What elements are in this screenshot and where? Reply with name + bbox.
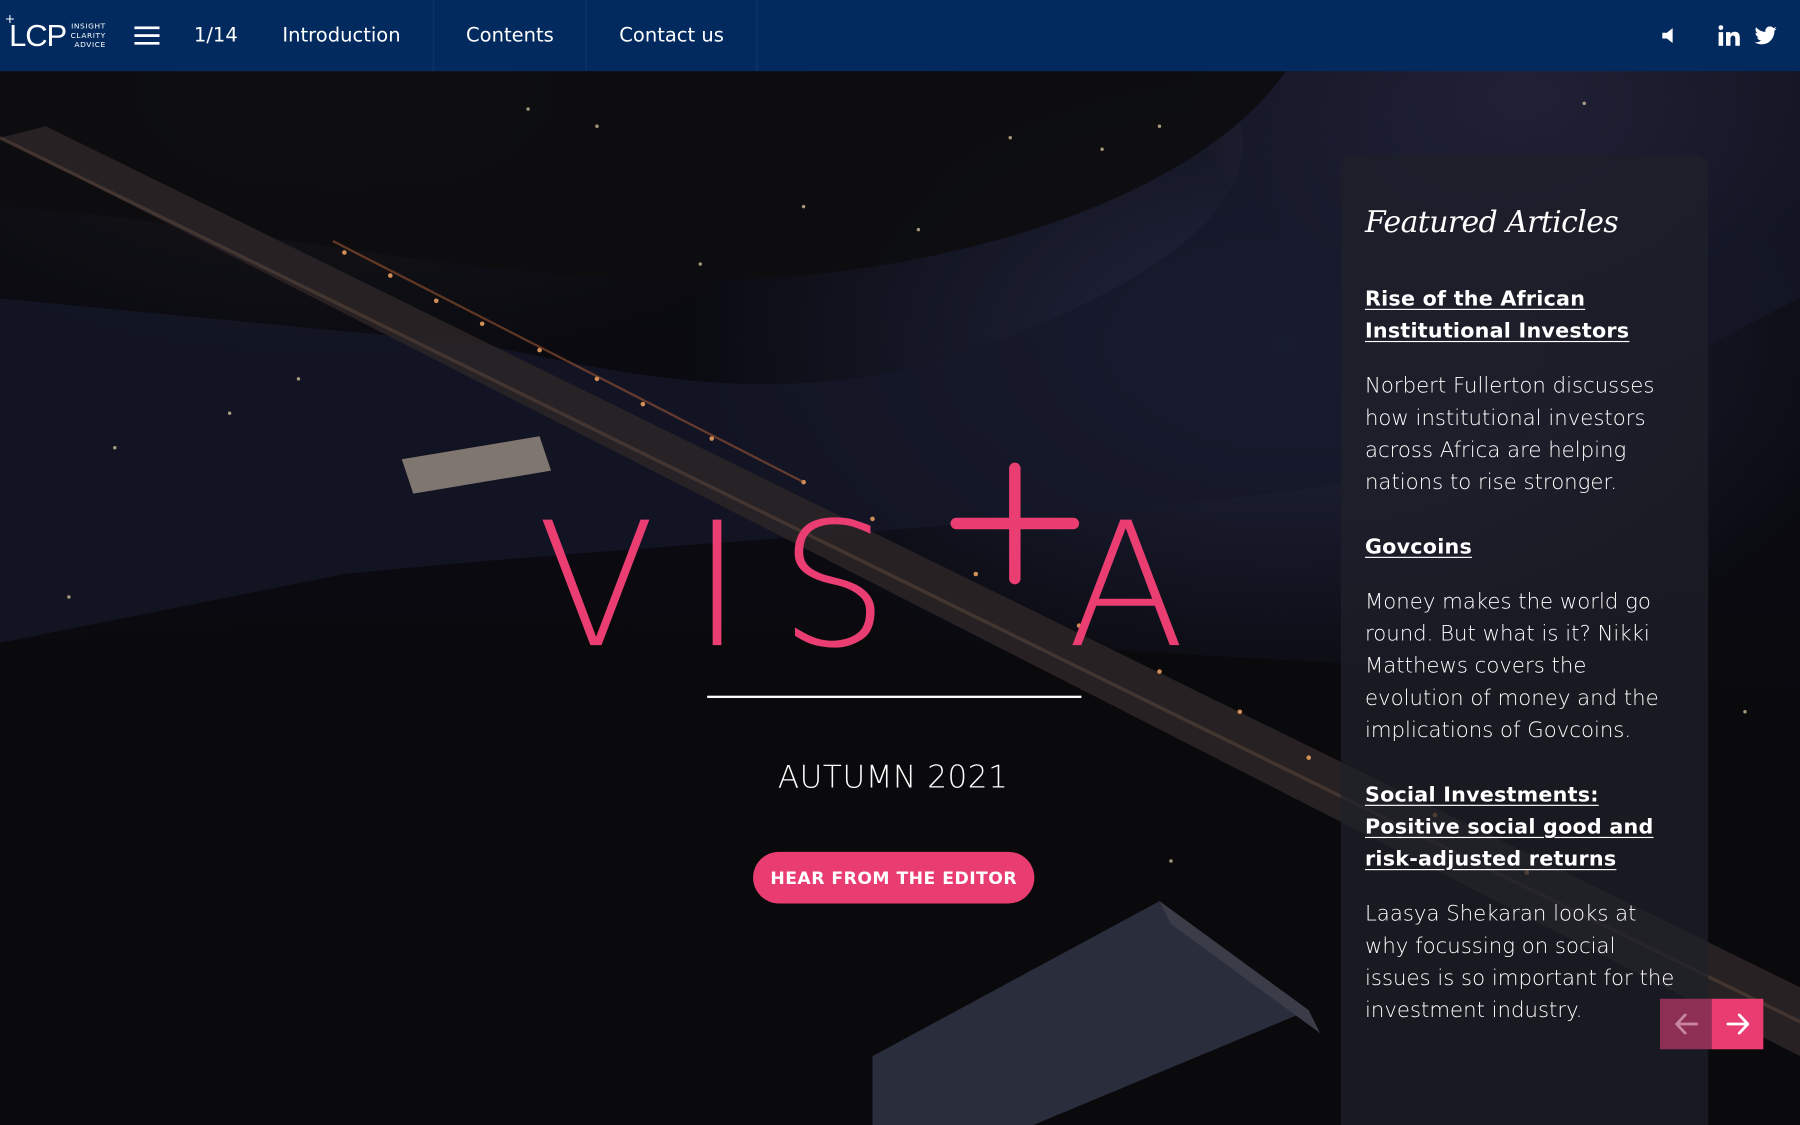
article-link-african-investors[interactable]: Rise of the African Institutional Invest…: [1365, 284, 1685, 348]
page: + LCP INSIGHT CLARITY ADVICE 1/14 Introd…: [0, 0, 1800, 1125]
logo-plus-mark: +: [4, 11, 16, 27]
linkedin-icon: [1717, 25, 1740, 46]
article-link-govcoins[interactable]: Govcoins: [1365, 532, 1685, 564]
featured-articles-panel: Featured Articles Rise of the African In…: [1340, 154, 1709, 1125]
nav-link-introduction[interactable]: Introduction: [250, 0, 434, 72]
logo-tagline: INSIGHT CLARITY ADVICE: [71, 22, 106, 50]
lcp-logo[interactable]: + LCP INSIGHT CLARITY ADVICE: [0, 0, 113, 71]
previous-slide-button[interactable]: [1660, 998, 1712, 1050]
page-counter: 1/14: [193, 24, 238, 48]
sound-toggle-button[interactable]: [1651, 0, 1688, 71]
twitter-button[interactable]: [1747, 0, 1784, 71]
logo-tagline-line: CLARITY: [70, 30, 106, 41]
arrow-left-icon: [1674, 1013, 1698, 1035]
featured-articles-heading: Featured Articles: [1364, 205, 1619, 240]
article-description: Laasya Shekaran looks at why focussing o…: [1364, 902, 1675, 1023]
nav-link-contact-us[interactable]: Contact us: [587, 0, 758, 72]
speaker-icon: [1662, 28, 1673, 44]
hamburger-menu-button[interactable]: [113, 0, 182, 71]
next-slide-button[interactable]: [1711, 998, 1764, 1050]
hamburger-menu-icon: [134, 26, 160, 45]
hero-divider: [707, 695, 1082, 698]
logo-tagline-line: ADVICE: [74, 40, 106, 50]
twitter-icon: [1754, 26, 1777, 45]
top-navigation-bar: + LCP INSIGHT CLARITY ADVICE 1/14 Introd…: [0, 0, 1800, 72]
arrow-right-icon: [1726, 1013, 1749, 1035]
linkedin-button[interactable]: [1711, 0, 1748, 71]
vista-wordmark: VISTA: [537, 462, 1222, 654]
nav-link-contents[interactable]: Contents: [434, 0, 588, 72]
logo-wordmark: LCP: [9, 17, 67, 53]
article-description: Norbert Fullerton discusses how institut…: [1364, 374, 1655, 495]
vista-wordmark-text: VISTA: [537, 485, 1222, 654]
edition-label: AUTUMN 2021: [777, 759, 1009, 796]
logo-tagline-line: INSIGHT: [71, 21, 106, 31]
article-link-social-investments[interactable]: Social Investments: Positive social good…: [1365, 779, 1685, 875]
article-description: Money makes the world go round. But what…: [1364, 590, 1659, 743]
hear-from-editor-button[interactable]: HEAR FROM THE EDITOR: [753, 851, 1035, 904]
